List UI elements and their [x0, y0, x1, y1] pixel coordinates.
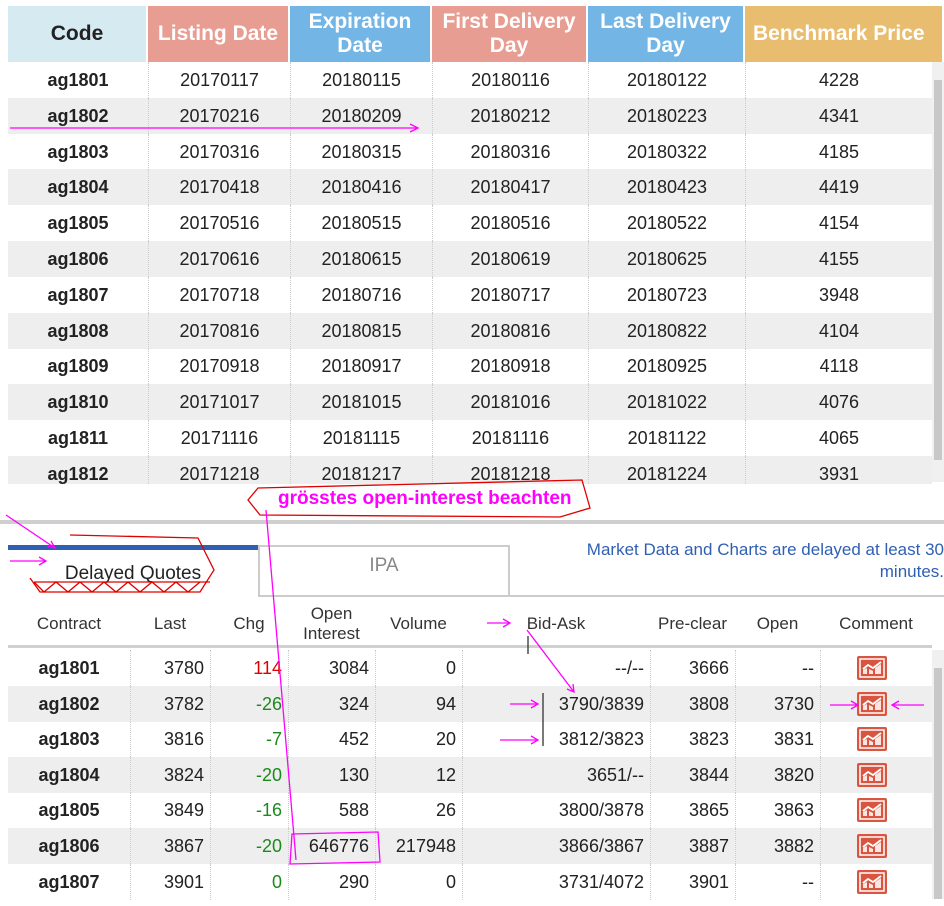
arrow-icon: [10, 123, 420, 133]
tab-zigzag: [33, 581, 210, 593]
arrow-icon: [500, 735, 540, 745]
note-line: [265, 509, 297, 861]
red-outline-shapes: [29, 479, 591, 593]
arrow-icon: [890, 700, 924, 710]
note-outline: [247, 479, 591, 518]
arrow-icon: [830, 700, 860, 710]
oi-highlight-box: [289, 831, 381, 865]
arrow-icon: [510, 699, 540, 709]
arrow-icon: [526, 629, 575, 694]
dark-lines: [527, 636, 544, 746]
annotation-overlay: [5, 123, 924, 865]
magenta-arrows: [5, 123, 924, 865]
arrow-icon: [487, 618, 512, 628]
arrow-icon: [5, 514, 57, 550]
arrow-icon: [10, 556, 48, 566]
